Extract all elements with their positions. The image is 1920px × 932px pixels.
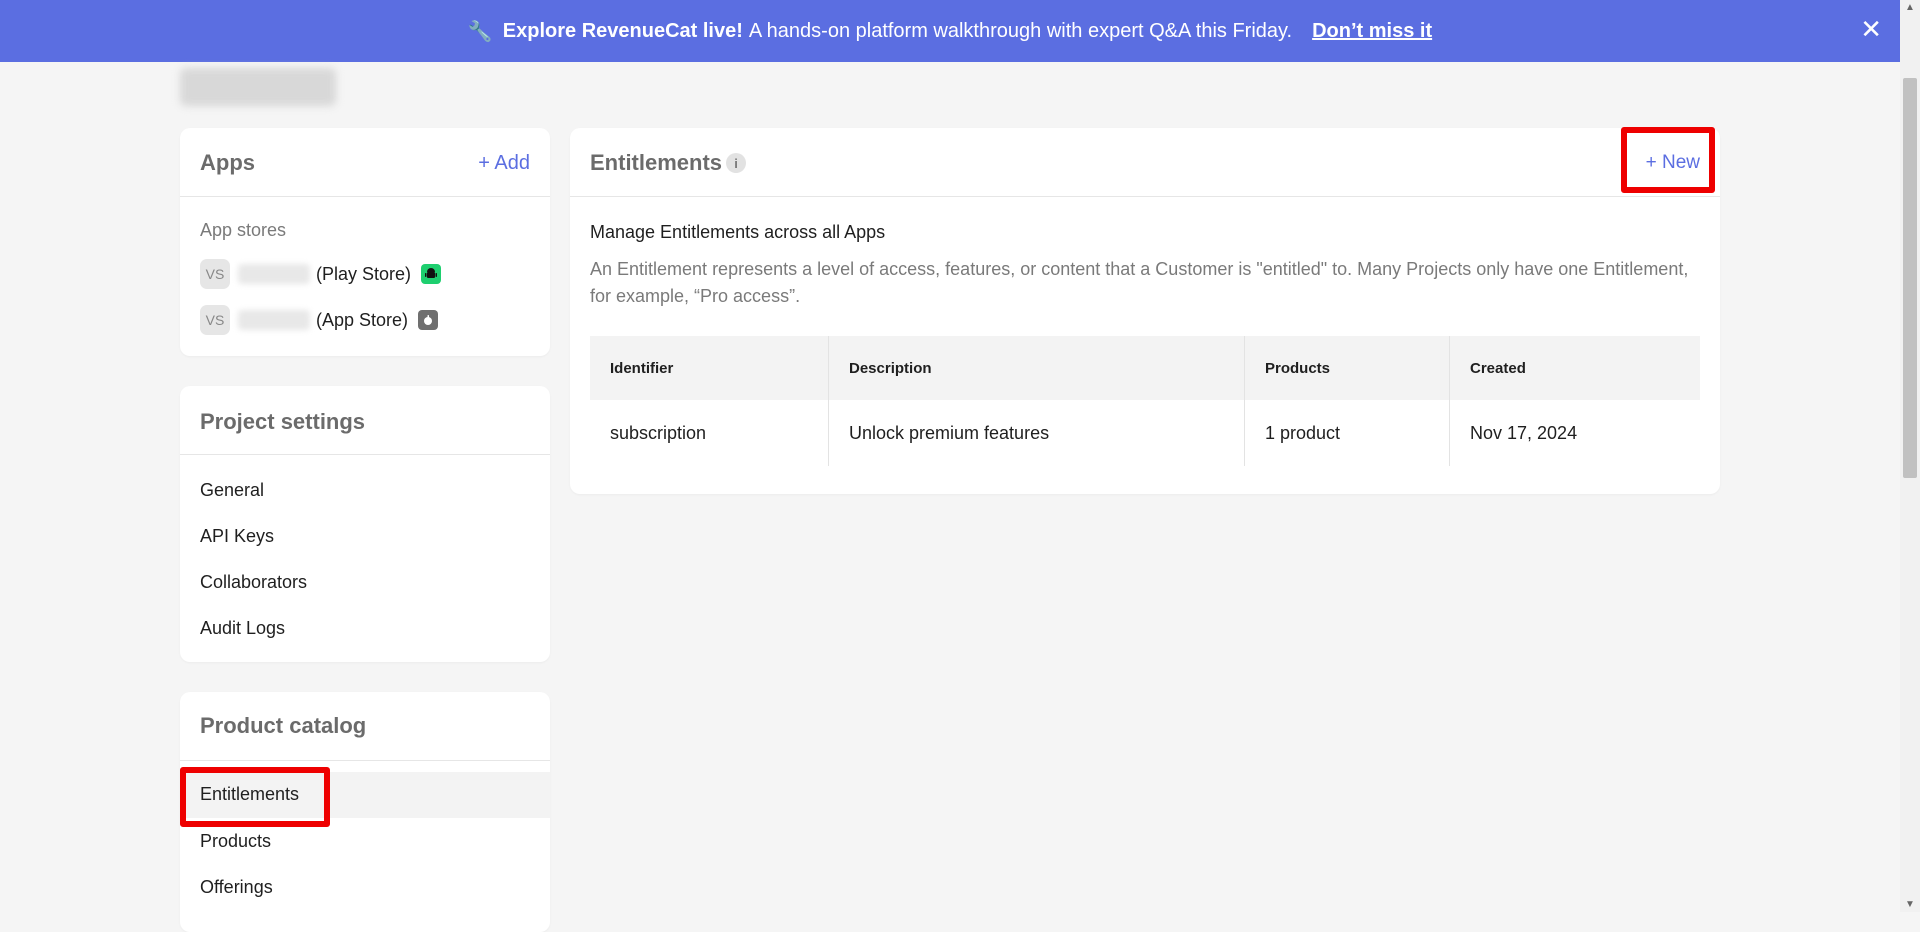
scrollbar-thumb[interactable]	[1903, 78, 1917, 478]
column-header-description[interactable]: Description	[828, 336, 1245, 400]
column-header-identifier[interactable]: Identifier	[590, 336, 829, 400]
app-store-label: (Play Store)	[316, 263, 412, 284]
announcement-banner: 🔧 Explore RevenueCat live! A hands-on pl…	[0, 0, 1900, 62]
table-header-row: Identifier Description Products Created	[590, 336, 1700, 400]
info-icon[interactable]: i	[726, 153, 746, 173]
app-name-blurred	[238, 310, 310, 330]
settings-item-general[interactable]: General	[200, 480, 264, 501]
highlight-new-button	[1621, 127, 1715, 193]
banner-bold-text: Explore RevenueCat live!	[502, 19, 743, 42]
apps-title: Apps	[200, 150, 255, 175]
android-icon	[421, 264, 442, 284]
catalog-item-offerings[interactable]: Offerings	[200, 877, 273, 898]
catalog-item-products[interactable]: Products	[200, 831, 271, 852]
app-name-blurred	[238, 264, 310, 284]
settings-item-audit-logs[interactable]: Audit Logs	[200, 618, 285, 639]
divider	[180, 196, 550, 197]
cell-identifier[interactable]: subscription	[590, 400, 829, 466]
entitlements-description: An Entitlement represents a level of acc…	[590, 259, 1689, 306]
product-catalog-title: Product catalog	[200, 713, 367, 738]
apps-card: Apps + Add App stores VS (Play Store) VS…	[180, 128, 550, 356]
settings-item-api-keys[interactable]: API Keys	[200, 526, 274, 547]
close-icon[interactable]: ✕	[1860, 14, 1882, 44]
project-settings-card: Project settings General API Keys Collab…	[180, 386, 550, 662]
cell-created: Nov 17, 2024	[1449, 400, 1700, 466]
entitlements-table: Identifier Description Products Created …	[590, 336, 1700, 466]
project-settings-title: Project settings	[200, 409, 366, 434]
column-header-products[interactable]: Products	[1244, 336, 1450, 400]
table-row[interactable]: subscription Unlock premium features 1 p…	[590, 400, 1700, 466]
cell-products: 1 product	[1244, 400, 1450, 466]
divider	[570, 196, 1720, 197]
app-stores-label: App stores	[200, 220, 287, 240]
app-item-app-store[interactable]: VS (App Store)	[200, 305, 439, 335]
divider	[180, 454, 550, 455]
wrench-icon: 🔧	[467, 20, 493, 43]
app-item-play-store[interactable]: VS (Play Store)	[200, 259, 442, 289]
project-name-blurred	[180, 68, 336, 106]
banner-cta-link[interactable]: Don’t miss it	[1312, 20, 1432, 43]
app-store-label: (App Store)	[316, 309, 409, 330]
settings-item-collaborators[interactable]: Collaborators	[200, 572, 307, 593]
scroll-down-icon[interactable]: ▼	[1905, 899, 1915, 910]
page-title: Entitlements	[590, 150, 723, 175]
app-avatar: VS	[200, 259, 230, 289]
highlight-entitlements-item	[180, 767, 330, 827]
cell-description: Unlock premium features	[828, 400, 1245, 466]
divider	[180, 760, 550, 761]
apple-icon	[418, 310, 439, 330]
scroll-up-icon[interactable]: ▲	[1905, 2, 1915, 13]
add-app-button[interactable]: + Add	[478, 152, 530, 175]
banner-text: A hands-on platform walkthrough with exp…	[748, 19, 1293, 42]
app-avatar: VS	[200, 305, 230, 335]
entitlements-card: Entitlements i + New Manage Entitlements…	[570, 128, 1720, 494]
page-scrollbar[interactable]: ▲ ▼	[1900, 0, 1920, 912]
column-header-created[interactable]: Created	[1449, 336, 1700, 400]
entitlements-heading: Manage Entitlements across all Apps	[590, 222, 886, 242]
